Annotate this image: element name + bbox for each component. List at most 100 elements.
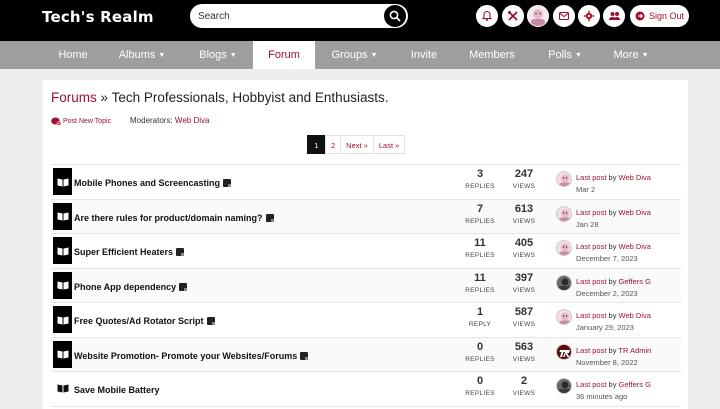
last-poster-avatar[interactable] (556, 309, 572, 325)
search-button[interactable] (384, 5, 406, 27)
last-post-link[interactable]: Last post (576, 380, 606, 389)
search-icon (389, 10, 401, 22)
topic-title: Super Efficient Heaters (74, 247, 174, 257)
views-number: 613 (514, 202, 534, 215)
page-2-link[interactable]: 2 (325, 135, 342, 154)
last-poster-link[interactable]: Web Diva (619, 208, 651, 217)
last-poster-avatar[interactable] (556, 343, 572, 360)
last-post-link[interactable]: Last post (576, 173, 606, 182)
note-icon (206, 317, 215, 325)
last-post-link[interactable]: Last post (576, 277, 606, 286)
replies-number: 11 (474, 237, 486, 249)
topic-row[interactable]: Are there rules for product/domain namin… (51, 199, 681, 234)
notifications-button[interactable] (476, 5, 498, 27)
last-post-link[interactable]: Last post (576, 346, 606, 355)
users-icon (608, 12, 620, 20)
messages-button[interactable] (553, 5, 575, 27)
last-poster-avatar[interactable] (556, 205, 572, 222)
topic-title-link[interactable]: Are there rules for product/domain namin… (74, 213, 274, 223)
nav-item-home[interactable]: Home (42, 41, 104, 69)
nav-item-forum[interactable]: Forum (253, 41, 315, 69)
last-post-date: Mar 2 (576, 185, 596, 194)
topic-title-link[interactable]: Save Mobile Battery (74, 385, 160, 395)
nav-item-label: Members (469, 49, 515, 61)
replies-label: REPLY (468, 321, 492, 328)
last-post-date: Jan 28 (576, 219, 599, 229)
replies-number: 11 (474, 271, 486, 284)
topic-row[interactable]: Phone App dependency 11 REPLIES 397 VIEWS Las… (51, 268, 681, 303)
topic-title-link[interactable]: Phone App dependency (74, 282, 188, 292)
chevron-down-icon: ▼ (574, 52, 582, 59)
last-post-link[interactable]: Last post (576, 208, 606, 217)
last-post-date: November 8, 2022 (576, 357, 638, 367)
last-poster-avatar[interactable] (556, 274, 572, 291)
breadcrumb: Forums » Tech Professionals, Hobbyist an… (51, 90, 388, 105)
mail-icon (558, 11, 570, 21)
next-page-link[interactable]: Next » (340, 135, 374, 154)
book-icon (53, 202, 72, 230)
topic-title-link[interactable]: Mobile Phones and Screencasting (74, 178, 232, 188)
topic-title-link[interactable]: Free Quotes/Ad Rotator Script (74, 316, 215, 326)
last-poster-link[interactable]: Web Diva (619, 173, 651, 182)
last-poster-avatar[interactable] (556, 171, 572, 187)
topic-row[interactable]: Free Quotes/Ad Rotator Script 1 REPLY 587 VI… (51, 303, 681, 338)
last-post-info: Last post by Web Diva December 7, 2023 (576, 241, 651, 265)
sign-out-button[interactable]: Sign Out (630, 5, 689, 27)
nav-item-albums[interactable]: Albums ▼ (101, 41, 183, 69)
by-text: by (608, 276, 617, 286)
replies-number: 3 (476, 168, 484, 180)
views-label: VIEWS (512, 355, 536, 363)
nav-item-groups[interactable]: Groups ▼ (316, 41, 393, 69)
settings-button[interactable] (578, 5, 600, 27)
last-poster-link[interactable]: TR Admin (618, 346, 651, 355)
post-new-topic-link[interactable]: Post New Topic (51, 117, 111, 126)
views-number: 563 (514, 340, 534, 353)
nav-item-label: More (613, 49, 639, 61)
forum-content: Forums » Tech Professionals, Hobbyist an… (43, 80, 688, 409)
tools-button[interactable] (502, 5, 524, 27)
last-poster-link[interactable]: Web Diva (619, 311, 651, 320)
user-avatar[interactable] (527, 5, 549, 27)
nav-item-label: Forum (268, 49, 300, 61)
moderator-link[interactable]: Web Diva (175, 116, 210, 125)
topic-title: Save Mobile Battery (74, 385, 160, 395)
search-box (190, 4, 408, 28)
last-page-link[interactable]: Last » (372, 135, 406, 154)
sign-out-icon (635, 11, 645, 21)
topic-row[interactable]: Save Mobile Battery 0 REPLIES 2 VIEWS Last po… (51, 372, 681, 407)
last-poster-link[interactable]: Geffers G (619, 380, 651, 389)
last-poster-link[interactable]: Web Diva (619, 242, 651, 251)
nav-item-invite[interactable]: Invite (396, 41, 452, 69)
last-post-link[interactable]: Last post (576, 242, 606, 251)
nav-item-blogs[interactable]: Blogs ▼ (184, 41, 252, 69)
last-poster-avatar[interactable] (556, 240, 572, 256)
search-input[interactable] (198, 7, 378, 25)
nav-item-more[interactable]: More ▼ (598, 41, 664, 69)
topic-row[interactable]: Website Promotion- Promote your Websites… (51, 337, 681, 372)
last-poster-link[interactable]: Geffers G (619, 277, 651, 286)
site-brand[interactable]: Tech's Realm (42, 8, 154, 26)
views-count: 247 VIEWS (504, 165, 544, 190)
chevron-down-icon: ▼ (229, 52, 237, 59)
friends-button[interactable] (603, 5, 625, 27)
topic-title: Free Quotes/Ad Rotator Script (74, 316, 204, 326)
nav-item-polls[interactable]: Polls ▼ (534, 41, 596, 69)
replies-count: 3 REPLIES (460, 165, 500, 190)
topic-row[interactable]: Super Efficient Heaters 11 REPLIES 405 VIEWS… (51, 234, 681, 269)
views-label: VIEWS (512, 217, 536, 225)
nav-item-members[interactable]: Members (452, 41, 532, 69)
last-post-link[interactable]: Last post (576, 311, 606, 320)
replies-count: 7 REPLIES (460, 200, 500, 225)
last-post-info: Last post by Geffers G 36 minutes ago (576, 379, 651, 403)
last-poster-avatar[interactable] (556, 378, 572, 394)
nav-item-label: Blogs (199, 49, 227, 61)
replies-count: 0 REPLIES (460, 338, 500, 363)
views-label: VIEWS (512, 390, 536, 397)
breadcrumb-forums-link[interactable]: Forums (51, 90, 97, 105)
page-title: Tech Professionals, Hobbyist and Enthusi… (111, 90, 389, 105)
last-post-info: Last post by Web Diva Mar 2 (576, 172, 651, 196)
topic-title-link[interactable]: Website Promotion- Promote your Websites… (74, 351, 309, 361)
topic-title-link[interactable]: Super Efficient Heaters (74, 247, 185, 257)
views-number: 247 (514, 168, 534, 180)
topic-row[interactable]: Mobile Phones and Screencasting 3 REPLIES 2… (51, 165, 681, 200)
